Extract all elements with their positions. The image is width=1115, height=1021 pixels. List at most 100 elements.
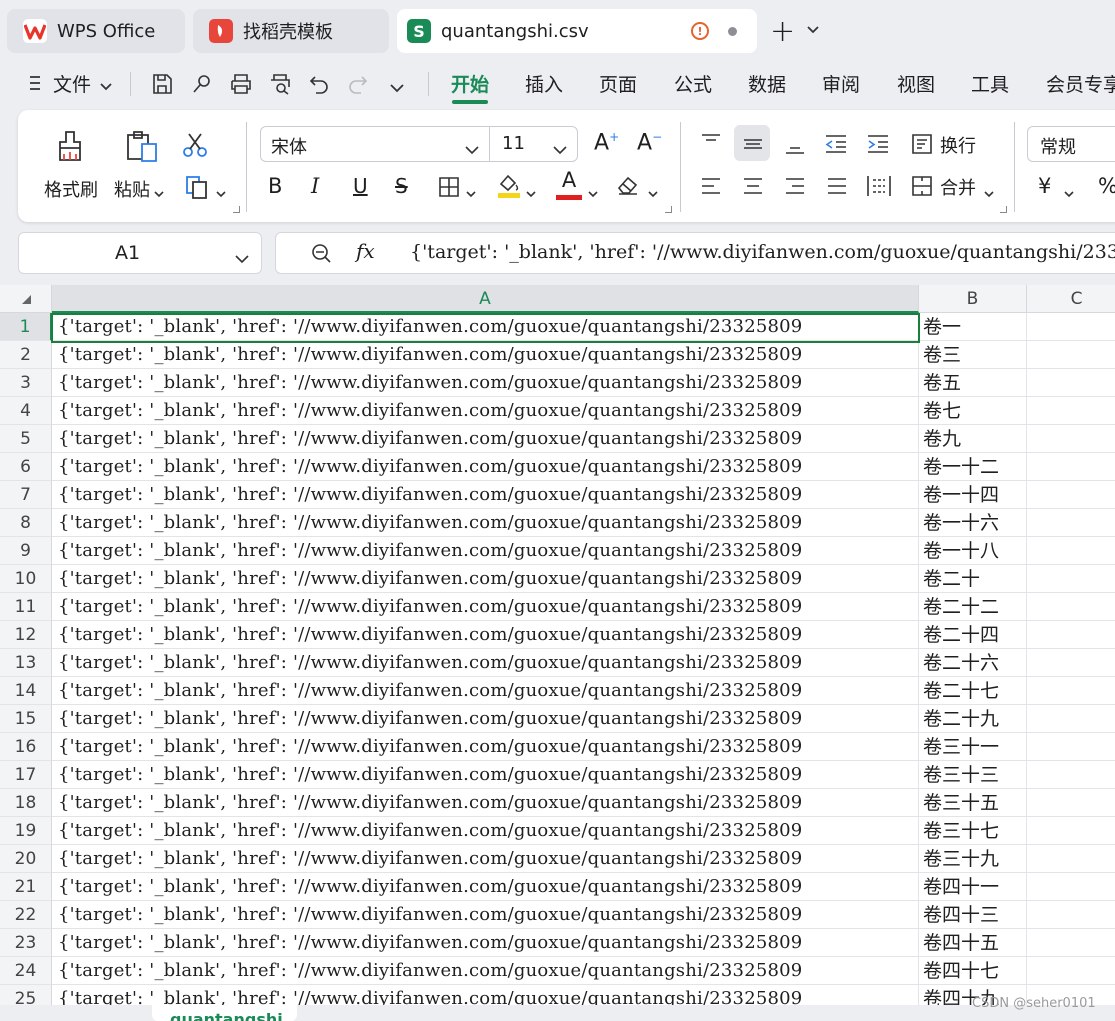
format-painter-button[interactable]: 格式刷 [44,176,98,202]
menu-home[interactable]: 开始 [451,70,489,97]
number-format-select[interactable]: 常规 [1027,126,1115,162]
cell-c[interactable] [1027,789,1115,817]
cell-c[interactable] [1027,397,1115,425]
cell-b[interactable]: 卷九 [919,425,1027,453]
row-header[interactable]: 18 [0,789,52,817]
decrease-indent-icon[interactable] [824,134,848,159]
cell-c[interactable] [1027,621,1115,649]
chevron-down-icon[interactable] [807,22,819,38]
cell-c[interactable] [1027,565,1115,593]
formula-content[interactable]: {'target': '_blank', 'href': '//www.diyi… [410,241,1115,263]
cell-a[interactable]: {'target': '_blank', 'href': '//www.diyi… [52,985,919,1005]
alignment-dialog-launcher[interactable] [1000,206,1007,213]
merge-button[interactable]: 合并 [940,174,976,200]
cell-b[interactable]: 卷二十二 [919,593,1027,621]
cell-b[interactable]: 卷一十二 [919,453,1027,481]
cell-a[interactable]: {'target': '_blank', 'href': '//www.diyi… [52,677,919,705]
font-color-icon[interactable]: A [556,168,582,200]
format-painter-icon[interactable] [54,130,86,167]
font-name-select[interactable]: 宋体 [271,133,307,159]
cell-a[interactable]: {'target': '_blank', 'href': '//www.diyi… [52,873,919,901]
cell-c[interactable] [1027,537,1115,565]
cell-b[interactable]: 卷四十七 [919,957,1027,985]
copy-icon[interactable] [184,174,212,205]
row-header[interactable]: 17 [0,761,52,789]
cell-a[interactable]: {'target': '_blank', 'href': '//www.diyi… [52,649,919,677]
cell-b[interactable]: 卷一十四 [919,481,1027,509]
increase-indent-icon[interactable] [866,134,890,159]
distributed-align-icon[interactable] [866,174,892,203]
cell-c[interactable] [1027,705,1115,733]
cell-b[interactable]: 卷二十六 [919,649,1027,677]
menu-tools[interactable]: 工具 [971,70,1009,97]
row-header[interactable]: 3 [0,369,52,397]
cell-c[interactable] [1027,313,1115,341]
cell-c[interactable] [1027,481,1115,509]
cell-b[interactable]: 卷一 [919,313,1027,341]
cell-b[interactable]: 卷五 [919,369,1027,397]
chevron-down-icon[interactable] [526,182,536,203]
cell-a[interactable]: {'target': '_blank', 'href': '//www.diyi… [52,761,919,789]
menu-view[interactable]: 视图 [897,70,935,97]
row-header[interactable]: 8 [0,509,52,537]
align-left-icon[interactable] [700,176,722,201]
menu-review[interactable]: 审阅 [822,70,860,97]
menu-member[interactable]: 会员专享 [1046,70,1115,97]
row-header[interactable]: 12 [0,621,52,649]
menu-formulas[interactable]: 公式 [674,70,712,97]
row-header[interactable]: 25 [0,985,52,1005]
cell-b[interactable]: 卷二十九 [919,705,1027,733]
font-size-select[interactable]: 11 [502,133,525,154]
cut-icon[interactable] [182,132,208,163]
cell-c[interactable] [1027,733,1115,761]
tab-wps-office[interactable]: WPS Office [7,9,185,53]
undo-icon[interactable] [307,72,331,96]
sheet-tab-quantangshi[interactable]: quantangshi [152,1005,297,1021]
chevron-down-icon[interactable] [100,76,124,100]
align-right-icon[interactable] [784,176,806,201]
row-header[interactable]: 16 [0,733,52,761]
cell-b[interactable]: 卷三十七 [919,817,1027,845]
menu-file[interactable]: 文件 [53,70,91,97]
cell-b[interactable]: 卷四十三 [919,901,1027,929]
cell-a[interactable]: {'target': '_blank', 'href': '//www.diyi… [52,901,919,929]
cell-b[interactable]: 卷二十四 [919,621,1027,649]
cell-c[interactable] [1027,677,1115,705]
cell-c[interactable] [1027,957,1115,985]
cell-a[interactable]: {'target': '_blank', 'href': '//www.diyi… [52,621,919,649]
cell-b[interactable]: 卷一十八 [919,537,1027,565]
row-header[interactable]: 7 [0,481,52,509]
percent-format-button[interactable]: % [1098,174,1115,198]
cell-a[interactable]: {'target': '_blank', 'href': '//www.diyi… [52,453,919,481]
chevron-down-icon[interactable] [154,182,164,203]
column-header-a[interactable]: A [52,285,919,313]
cell-a[interactable]: {'target': '_blank', 'href': '//www.diyi… [52,369,919,397]
chevron-down-icon[interactable] [390,78,414,102]
cell-a[interactable]: {'target': '_blank', 'href': '//www.diyi… [52,425,919,453]
menu-insert[interactable]: 插入 [525,70,563,97]
cell-c[interactable] [1027,873,1115,901]
cell-c[interactable] [1027,369,1115,397]
insert-function-button[interactable]: fx [356,239,375,263]
cell-c[interactable] [1027,817,1115,845]
cell-c[interactable] [1027,901,1115,929]
row-header[interactable]: 6 [0,453,52,481]
row-header[interactable]: 5 [0,425,52,453]
row-header[interactable]: 13 [0,649,52,677]
align-middle-icon[interactable] [742,134,764,159]
select-all-corner[interactable] [0,285,52,313]
align-bottom-icon[interactable] [784,136,806,161]
cell-c[interactable] [1027,649,1115,677]
font-dialog-launcher[interactable] [665,206,672,213]
cell-a[interactable]: {'target': '_blank', 'href': '//www.diyi… [52,593,919,621]
hamburger-menu-icon[interactable] [28,74,52,98]
row-header[interactable]: 20 [0,845,52,873]
cell-b[interactable]: 卷三十一 [919,733,1027,761]
chevron-down-icon[interactable] [553,140,567,159]
name-box[interactable]: A1 [18,232,262,274]
row-header[interactable]: 4 [0,397,52,425]
cell-b[interactable]: 卷三 [919,341,1027,369]
cell-c[interactable] [1027,845,1115,873]
clipboard-dialog-launcher[interactable] [233,206,240,213]
cell-b[interactable]: 卷一十六 [919,509,1027,537]
